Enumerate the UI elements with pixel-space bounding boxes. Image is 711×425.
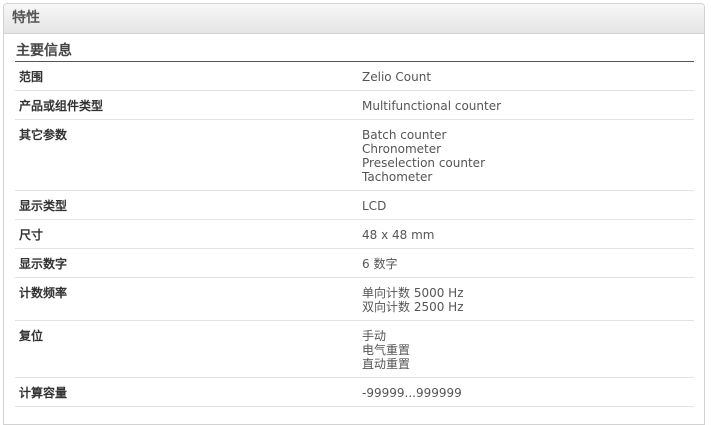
table-row: 计数频率 单向计数 5000 Hz 双向计数 2500 Hz xyxy=(15,277,694,321)
property-value-line: 直动重置 xyxy=(362,357,411,371)
property-value: 6 数字 xyxy=(358,248,694,278)
table-row: 其它参数 Batch counter Chronometer Preselection… xyxy=(15,119,694,191)
property-value-line: Multifunctional counter xyxy=(362,99,502,113)
characteristics-panel: 特性 主要信息 范围 Zelio Count 产品或组件类型 Multifunctio… xyxy=(3,3,705,425)
property-label: 尺寸 xyxy=(15,219,358,249)
table-row: 计算容量 -99999...999999 xyxy=(15,377,694,407)
property-value-line: 电气重置 xyxy=(362,343,411,357)
property-value-line: Tachometer xyxy=(362,170,433,184)
property-label: 产品或组件类型 xyxy=(15,90,358,120)
property-value-line: Batch counter xyxy=(362,128,447,142)
property-value-line: 双向计数 2500 Hz xyxy=(362,300,464,314)
property-label: 显示类型 xyxy=(15,190,358,220)
property-value: 手动 电气重置 直动重置 xyxy=(358,320,694,378)
table-row: 范围 Zelio Count xyxy=(15,62,694,91)
table-row: 产品或组件类型 Multifunctional counter xyxy=(15,90,694,120)
property-value: LCD xyxy=(358,190,694,220)
panel-header: 特性 xyxy=(4,4,704,34)
property-value-line: Preselection counter xyxy=(362,156,485,170)
property-value: -99999...999999 xyxy=(358,377,694,407)
table-row: 复位 手动 电气重置 直动重置 xyxy=(15,320,694,378)
property-value: Zelio Count xyxy=(358,62,694,91)
property-value-line: Chronometer xyxy=(362,142,442,156)
property-label: 计算容量 xyxy=(15,377,358,407)
property-value: 单向计数 5000 Hz 双向计数 2500 Hz xyxy=(358,277,694,321)
property-label: 显示数字 xyxy=(15,248,358,278)
properties-table: 范围 Zelio Count 产品或组件类型 Multifunctional coun… xyxy=(15,62,694,407)
property-value-line: 6 数字 xyxy=(362,257,398,271)
table-row: 显示数字 6 数字 xyxy=(15,248,694,278)
section-title: 主要信息 xyxy=(15,35,694,62)
property-value-line: 48 x 48 mm xyxy=(362,228,435,242)
property-value-line: 手动 xyxy=(362,329,387,343)
property-value: 48 x 48 mm xyxy=(358,219,694,249)
table-row: 显示类型 LCD xyxy=(15,190,694,220)
main-info-section: 主要信息 范围 Zelio Count 产品或组件类型 Multifunctional… xyxy=(15,35,694,407)
property-value-line: 单向计数 5000 Hz xyxy=(362,286,464,300)
table-row: 尺寸 48 x 48 mm xyxy=(15,219,694,249)
property-label: 范围 xyxy=(15,62,358,91)
property-value: Batch counter Chronometer Preselection cou… xyxy=(358,119,694,191)
property-label: 其它参数 xyxy=(15,119,358,191)
property-value-line: LCD xyxy=(362,199,387,213)
property-label: 复位 xyxy=(15,320,358,378)
property-value-line: Zelio Count xyxy=(362,70,432,84)
property-value-line: -99999...999999 xyxy=(362,386,462,400)
property-label: 计数频率 xyxy=(15,277,358,321)
property-value: Multifunctional counter xyxy=(358,90,694,120)
